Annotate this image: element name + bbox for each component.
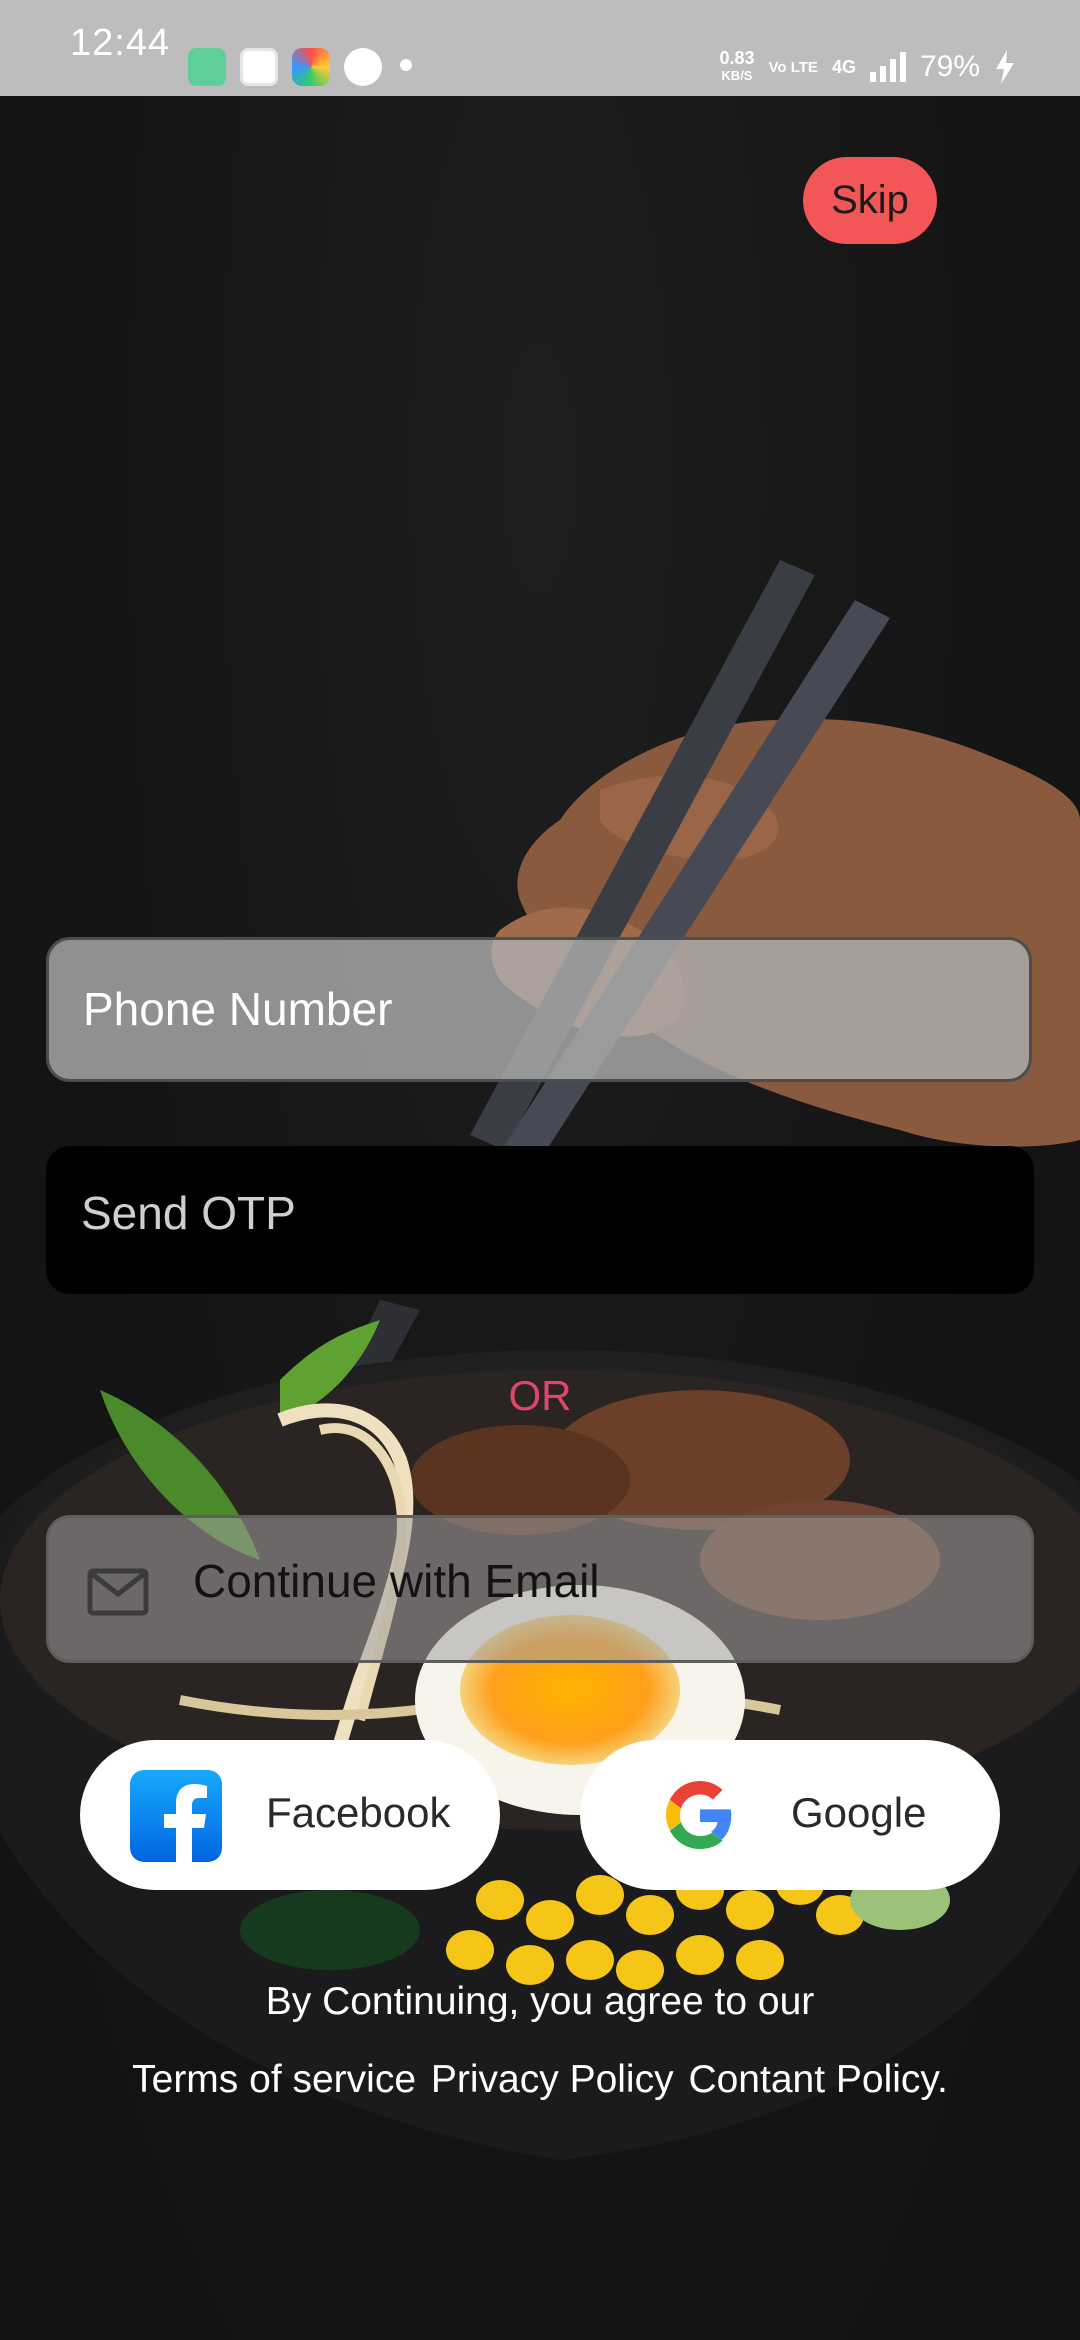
fan-app-icon bbox=[344, 48, 382, 86]
volte-indicator: Vo LTE bbox=[768, 58, 818, 76]
phone-number-placeholder: Phone Number bbox=[83, 983, 393, 1035]
google-login-button[interactable]: Google bbox=[580, 1740, 1000, 1890]
skip-button[interactable]: Skip bbox=[803, 157, 937, 244]
charging-bolt-icon bbox=[996, 50, 1014, 84]
notification-app-icon bbox=[188, 48, 226, 86]
phone-number-input[interactable]: Phone Number bbox=[46, 937, 1032, 1082]
privacy-policy-link[interactable]: Privacy Policy bbox=[431, 2058, 674, 2101]
continue-with-email-label: Continue with Email bbox=[193, 1555, 600, 1607]
video-app-icon bbox=[240, 48, 278, 86]
agreement-text: By Continuing, you agree to our bbox=[265, 1980, 815, 2023]
send-otp-label: Send OTP bbox=[81, 1187, 296, 1239]
status-time: 12:44 bbox=[70, 22, 171, 64]
net-speed-value: 0.83 bbox=[719, 48, 755, 68]
app-notification-icon bbox=[292, 48, 330, 86]
facebook-login-button[interactable]: Facebook bbox=[80, 1740, 500, 1890]
send-otp-button[interactable]: Send OTP bbox=[46, 1146, 1034, 1294]
facebook-label: Facebook bbox=[266, 1789, 451, 1836]
continue-with-email-button[interactable]: Continue with Email bbox=[46, 1515, 1034, 1663]
status-bar: 12:44 0.83 KB/S Vo LTE 4G 79% bbox=[0, 0, 1080, 96]
email-envelope-icon bbox=[87, 1568, 149, 1616]
facebook-icon bbox=[130, 1770, 222, 1862]
policy-links: Terms of service Privacy Policy Contant … bbox=[0, 2058, 1080, 2102]
battery-level: 79% bbox=[919, 50, 980, 83]
login-screen: 12:44 0.83 KB/S Vo LTE 4G 79% Skip Phone… bbox=[0, 0, 1080, 2340]
or-divider: OR bbox=[508, 1372, 572, 1419]
content-policy-link[interactable]: Contant Policy. bbox=[688, 2058, 947, 2101]
signal-strength-icon bbox=[869, 52, 906, 82]
more-notifications-dot-icon bbox=[400, 59, 412, 71]
status-indicators: 0.83 KB/S Vo LTE 4G 79% bbox=[719, 48, 1016, 86]
net-speed-unit: KB/S bbox=[721, 68, 753, 83]
network-type: 4G bbox=[831, 56, 856, 77]
google-g-icon bbox=[666, 1781, 732, 1849]
net-speed: 0.83 KB/S bbox=[719, 49, 754, 85]
google-label: Google bbox=[791, 1789, 927, 1836]
terms-of-service-link[interactable]: Terms of service bbox=[132, 2058, 416, 2101]
